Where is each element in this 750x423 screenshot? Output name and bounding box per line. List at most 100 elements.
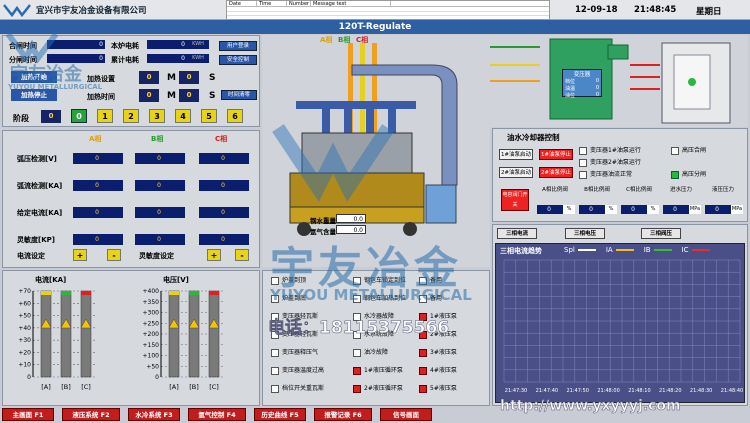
phase-value-a: 0 [73,207,123,218]
sensitivity-minus-button[interactable]: - [235,249,249,261]
status-pump2-text: 变压器2#油泵运行 [590,159,641,166]
current-minus-button[interactable]: - [107,249,121,261]
pump2-start-button[interactable]: 2#油泵启动 [499,167,533,178]
x-tick-label: 21:48:20 [659,388,681,394]
nav-hydraulic-system[interactable]: 液压系统 F2 [62,408,120,421]
phase-value-c: 0 [199,207,249,218]
current-date: 12-09-18 [575,5,618,15]
message-log[interactable]: Date Time Number Message text [226,0,550,21]
steel-weight-value: 0.0 [336,214,366,223]
pump1-start-button[interactable]: 1#油泵启动 [499,149,533,160]
valve-value: 0 [579,205,605,214]
heat-setting-minutes[interactable]: 0 [139,71,159,84]
tick-label: 0 [27,374,31,381]
heat-time-s-label: S [209,91,216,101]
alarm-panel: 炉盖到顶 钢包车锁定到位 备用 炉盖到底 钢包车加热到位 备用 变压器轻瓦斯 水冷器故障 1#液… [262,270,490,406]
heat-setting-m-label: M [167,73,176,83]
alarm-text: 钢包车锁定到位 [364,277,407,284]
tx-gear-value: 0 [595,78,599,84]
stage-button-1[interactable]: 1 [97,109,113,123]
alarm-text: 4#液压泵 [430,367,457,374]
stage-button-6[interactable]: 6 [227,109,243,123]
heat-time-seconds: 0 [179,89,199,102]
user-login-button[interactable]: 用户登录 [219,41,257,51]
alarm-indicator [353,294,361,303]
current-plus-button[interactable]: + [73,249,87,261]
tick-label: +50 [146,363,159,370]
watermark-phone: 电话：18115375566 [268,318,450,339]
bar-gauge-panel: 电流[KA] 电压[V] +70 +60 +50 +40 +30 +20 +10 0 [A] [B… [2,270,260,406]
valve-unit: % [563,205,575,214]
phase-a-header: A相 [89,135,102,143]
alarm-indicator [271,366,279,375]
tab-three-phase-voltage[interactable]: 三相电压 [565,228,605,239]
tab-three-phase-valve[interactable]: 三相阀压 [641,228,681,239]
current-bar-label: [C] [81,383,91,391]
status-oil-flow: 变压器油流正常 [579,169,632,181]
trend-chart[interactable]: 三相电流趋势 Spl IA IB IC 21:47:30 21:47:40 21:47:5… [495,243,745,403]
current-bar [40,290,52,378]
alarm-indicator [271,384,279,393]
alarm-indicator [271,294,279,303]
valve-unit: % [605,205,617,214]
legend-item: IB [644,246,672,254]
tab-three-phase-current[interactable]: 三相电流 [497,228,537,239]
nav-water-cooling[interactable]: 水冷系统 F3 [128,408,180,421]
transformer-area: 变压器 档位 0 油温 0 油位 0 [490,35,748,127]
legend-label: IA [605,246,613,254]
heat-setting-seconds[interactable]: 0 [179,71,199,84]
voltage-bar-label: [B] [189,383,199,391]
legend-swatch [577,249,596,251]
top-bar: 宜兴市宇友冶金设备有限公司 Date Time Number Message t… [0,0,750,21]
valve-value: 0 [663,205,689,214]
furnace-phase-a: A相 [320,36,333,44]
status-hv-open: 高压分闸 [671,169,706,181]
heat-stop-button[interactable]: 加热停止 [11,89,57,101]
x-tick-label: 21:47:40 [536,388,558,394]
x-tick-label: 21:47:30 [505,388,527,394]
stage-button-2[interactable]: 2 [123,109,139,123]
cooling-title: 油水冷却器控制 [507,133,560,142]
stage-button-5[interactable]: 5 [201,109,217,123]
tx-oil-level-value: 0 [595,92,599,98]
valve-unit: MPa [689,205,701,214]
alarm-text: 5#液压泵 [430,385,457,392]
legend-item: IA [606,246,634,254]
heat-start-button[interactable]: 加热开始 [11,71,57,83]
alarm-item: 变压器释压气 [271,347,318,359]
stage-button-4[interactable]: 4 [175,109,191,123]
nav-argon-control[interactable]: 氩气控制 F4 [188,408,246,421]
tx-oil-temp-label: 油温 [565,86,576,92]
alarm-item: 4#液压泵 [419,365,457,377]
alarm-indicator [419,348,427,357]
voltage-bar-label: [A] [169,383,179,391]
log-col-number: Number [289,1,311,7]
phase-row-label: 弧压检测[V] [17,155,57,163]
alarm-text: 备用 [430,277,443,284]
nav-signal-screen[interactable]: 信号画面 [380,408,432,421]
heat-setting-s-label: S [209,73,216,83]
stage-button-0[interactable]: 0 [71,109,87,123]
alarm-text: 炉盖到底 [282,295,307,302]
phase-value-b: 0 [135,234,185,245]
pump2-stop-button[interactable]: 2#油泵停止 [539,167,573,178]
nav-main-screen[interactable]: 主画面 F1 [2,408,54,421]
pump1-stop-button[interactable]: 1#油泵停止 [539,149,573,160]
sensitivity-plus-button[interactable]: + [207,249,221,261]
valve-switch-button[interactable]: 电容阀门开关 [501,189,529,211]
nav-alarm-log[interactable]: 报警记录 F6 [314,408,372,421]
current-bar-cap [41,291,51,295]
security-control-button[interactable]: 安全控制 [219,55,257,65]
stage-button-3[interactable]: 3 [149,109,165,123]
sensitivity-set-label: 灵敏度设定 [139,252,174,260]
legend-label: Spl [564,246,575,254]
valve-unit: MPa [731,205,743,214]
stage-current: 0 [41,110,61,123]
tick-label: 0 [155,374,159,381]
transformer-title: 变压器 [573,72,591,78]
phase-value-c: 0 [199,234,249,245]
time-reset-button[interactable]: 时间清零 [221,90,257,100]
nav-history-curve[interactable]: 历史曲线 F5 [254,408,306,421]
alarm-item: 档位开关重瓦斯 [271,383,324,395]
voltage-bar-cap [209,291,219,295]
